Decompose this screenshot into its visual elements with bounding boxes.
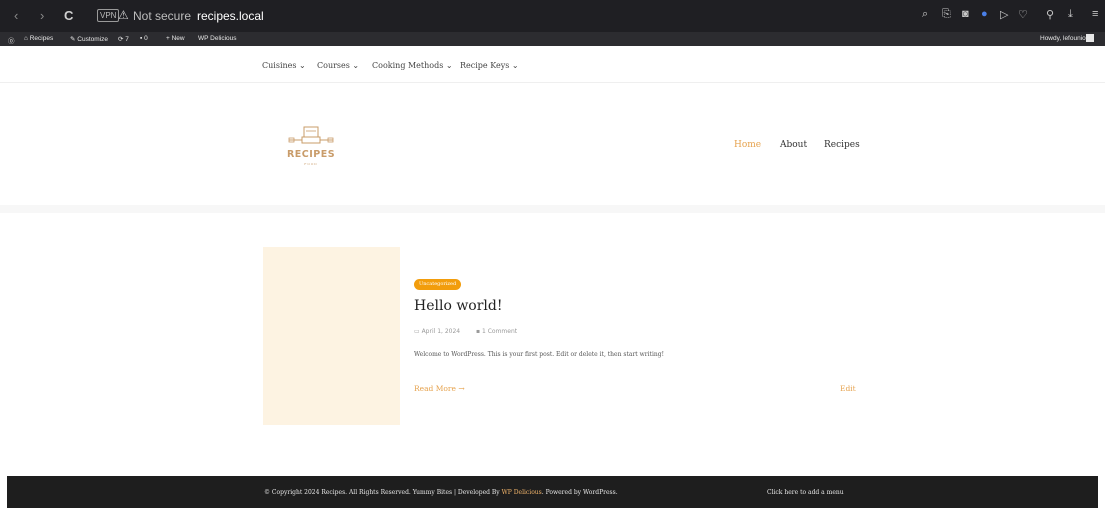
address-bar[interactable]: recipes.local <box>197 9 264 23</box>
site-logo-subtext: FOOD <box>304 162 318 166</box>
post-date[interactable]: ▭ April 1, 2024 <box>414 328 460 335</box>
heart-icon[interactable]: ♡ <box>1018 8 1028 21</box>
shield-icon[interactable]: ● <box>981 8 988 20</box>
share-icon[interactable]: ⎘ <box>942 8 951 21</box>
avatar[interactable] <box>1086 34 1094 42</box>
warning-icon[interactable]: ⚠ <box>118 8 129 22</box>
post-comments[interactable]: ▪ 1 Comment <box>476 328 517 335</box>
camera-icon[interactable]: ◙ <box>962 8 969 20</box>
admin-updates-link[interactable]: ⟳ 7 <box>118 35 129 43</box>
admin-site-link[interactable]: ⌂ Recipes <box>24 35 53 42</box>
reload-icon[interactable]: C <box>64 8 73 23</box>
site-footer: © Copyright 2024 Recipes. All Rights Res… <box>7 476 1098 508</box>
top-nav-item-courses[interactable]: Courses ⌄ <box>317 61 359 70</box>
back-icon[interactable]: ‹ <box>14 8 18 23</box>
menu-icon[interactable]: ≡ <box>1092 8 1098 20</box>
header-divider <box>0 205 1105 213</box>
post-title[interactable]: Hello world! <box>414 298 503 314</box>
admin-new-link[interactable]: + New <box>166 35 185 42</box>
footer-add-menu-link[interactable]: Click here to add a menu <box>767 489 844 496</box>
nav-recipes[interactable]: Recipes <box>824 140 860 150</box>
send-icon[interactable]: ▷ <box>1000 8 1008 21</box>
nav-home[interactable]: Home <box>734 140 761 150</box>
admin-customize-link[interactable]: ✎ Customize <box>70 35 108 43</box>
vpn-badge[interactable]: VPN <box>97 9 120 22</box>
footer-copyright: © Copyright 2024 Recipes. All Rights Res… <box>264 489 618 496</box>
top-nav-item-cuisines[interactable]: Cuisines ⌄ <box>262 61 306 70</box>
security-status[interactable]: Not secure <box>133 9 191 23</box>
search-icon[interactable]: ⌕ <box>922 8 928 21</box>
top-nav: Cuisines ⌄ Courses ⌄ Cooking Methods ⌄ R… <box>0 54 1105 83</box>
admin-howdy[interactable]: Howdy, lefounio <box>1040 35 1086 42</box>
footer-developer-link[interactable]: WP Delicious <box>502 489 542 496</box>
read-more-link[interactable]: Read More → <box>414 384 465 393</box>
site-logo-text[interactable]: RECIPES <box>277 149 345 160</box>
site-header <box>0 83 1105 207</box>
top-nav-item-cooking-methods[interactable]: Cooking Methods ⌄ <box>372 61 453 70</box>
edit-link[interactable]: Edit <box>840 384 856 393</box>
footer-wordpress-link[interactable]: WordPress <box>583 489 616 496</box>
admin-comments-link[interactable]: ▪ 0 <box>140 35 148 42</box>
browser-toolbar: ‹ › C VPN ⚠ Not secure recipes.local ⌕ ⎘… <box>0 0 1105 32</box>
wp-admin-bar: ⓪ ⌂ Recipes ✎ Customize ⟳ 7 ▪ 0 + New WP… <box>0 32 1105 46</box>
post-thumbnail[interactable] <box>263 247 400 425</box>
download-icon[interactable]: ⤓ <box>1068 8 1073 21</box>
top-nav-item-recipe-keys[interactable]: Recipe Keys ⌄ <box>460 61 519 70</box>
forward-icon[interactable]: › <box>40 8 44 23</box>
category-badge[interactable]: Uncategorized <box>414 279 462 290</box>
admin-plugin-link[interactable]: WP Delicious <box>198 35 237 42</box>
profile-icon[interactable]: ⚲ <box>1046 8 1054 21</box>
post-excerpt: Welcome to WordPress. This is your first… <box>414 351 664 358</box>
wordpress-logo-icon[interactable]: ⓪ <box>8 35 15 45</box>
nav-about[interactable]: About <box>780 140 807 150</box>
